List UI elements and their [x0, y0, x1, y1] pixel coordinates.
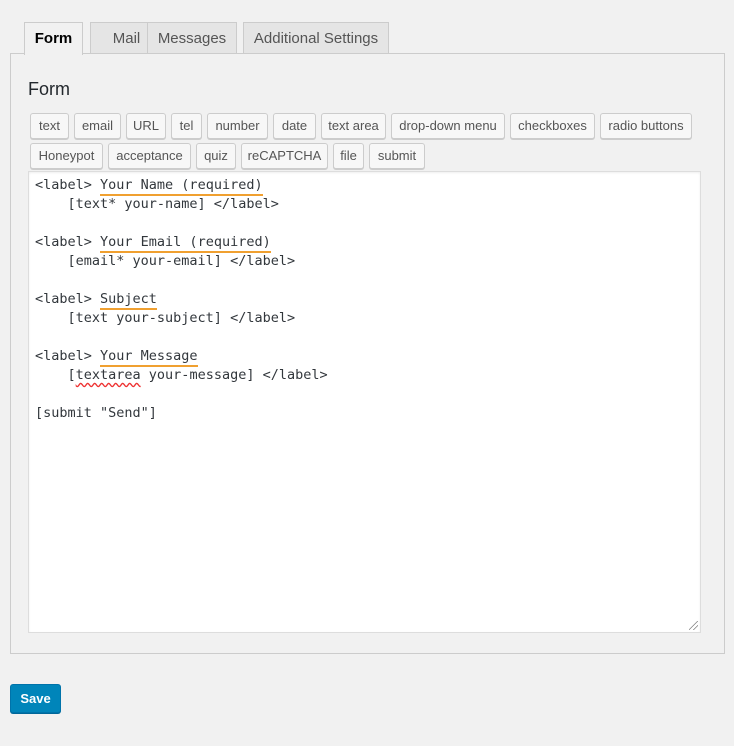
tag-button-text-area[interactable]: text area — [321, 113, 386, 139]
form-template-editor[interactable]: <label> Your Name (required) [text* your… — [28, 171, 701, 633]
editor-content: <label> Your Name (required) [text* your… — [35, 176, 328, 423]
tag-button-radio-buttons[interactable]: radio buttons — [600, 113, 692, 139]
tag-button-recaptcha[interactable]: reCAPTCHA — [241, 143, 328, 169]
panel-title: Form — [28, 79, 70, 99]
tag-button-url[interactable]: URL — [126, 113, 166, 139]
code-text: <label> — [35, 291, 101, 307]
tag-button-submit[interactable]: submit — [369, 143, 425, 169]
tab-messages[interactable]: Messages — [147, 22, 237, 53]
tag-button-email[interactable]: email — [74, 113, 121, 139]
form-panel: Form text email URL tel number date text… — [10, 53, 725, 654]
tag-button-quiz[interactable]: quiz — [196, 143, 236, 169]
code-line: [submit "Send"] — [35, 405, 157, 421]
code-text: <label> — [35, 177, 101, 193]
tag-button-number[interactable]: number — [207, 113, 268, 139]
code-text: your-message] </label> — [140, 367, 328, 383]
code-text: Your Message — [100, 348, 198, 367]
code-line: <label> Your Message — [35, 348, 198, 367]
code-text: <label> — [35, 348, 101, 364]
tag-button-drop-down-menu[interactable]: drop-down menu — [391, 113, 505, 139]
code-text: [ — [35, 367, 76, 383]
code-line: [textarea your-message] </label> — [35, 367, 328, 383]
tag-button-honeypot[interactable]: Honeypot — [30, 143, 103, 169]
code-line: [text your-subject] </label> — [35, 310, 296, 326]
code-line: [email* your-email] </label> — [35, 253, 296, 269]
tag-button-tel[interactable]: tel — [171, 113, 202, 139]
spellcheck-word: textarea — [75, 367, 141, 383]
tag-button-checkboxes[interactable]: checkboxes — [510, 113, 595, 139]
code-text: Your Name (required) — [100, 177, 263, 196]
tag-button-file[interactable]: file — [333, 143, 364, 169]
save-button[interactable]: Save — [10, 684, 61, 713]
code-text: Subject — [100, 291, 157, 310]
tab-additional-settings[interactable]: Additional Settings — [243, 22, 389, 53]
code-line: <label> Subject — [35, 291, 157, 310]
code-text: Your Email (required) — [100, 234, 271, 253]
tag-button-date[interactable]: date — [273, 113, 316, 139]
tag-button-acceptance[interactable]: acceptance — [108, 143, 191, 169]
code-text: <label> — [35, 234, 101, 250]
code-line: [text* your-name] </label> — [35, 196, 279, 212]
tag-button-text[interactable]: text — [30, 113, 69, 139]
tab-form[interactable]: Form — [24, 22, 83, 55]
resize-handle-icon[interactable] — [689, 621, 698, 630]
code-line: <label> Your Email (required) — [35, 234, 271, 253]
code-line: <label> Your Name (required) — [35, 177, 263, 196]
